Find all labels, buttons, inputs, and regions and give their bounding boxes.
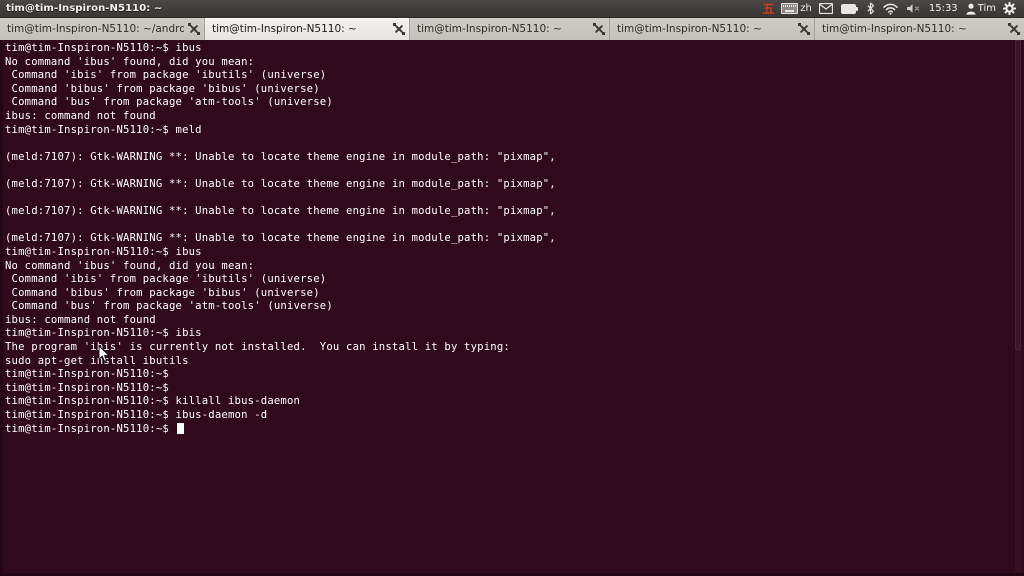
terminal-tab-2[interactable]: tim@tim-Inspiron-N5110: ~ [205,18,410,40]
terminal-line: Command 'bus' from package 'atm-tools' (… [5,96,333,109]
user-name-label[interactable]: Tim [976,0,999,18]
clock-label[interactable]: 15:33 [925,0,962,18]
terminal-tab-5[interactable]: tim@tim-Inspiron-N5110: ~ [815,18,1024,40]
terminal-tab-4-label: tim@tim-Inspiron-N5110: ~ [617,23,762,35]
bluetooth-icon-svg [867,2,874,15]
terminal-line: Command 'ibis' from package 'ibutils' (u… [5,69,327,82]
user-icon-svg [966,3,976,15]
terminal-line: tim@tim-Inspiron-N5110:~$ ibus [5,245,202,258]
terminal-line: Command 'ibis' from package 'ibutils' (u… [5,273,327,286]
gear-icon-svg [1003,2,1016,15]
terminal-scrollbar[interactable] [1014,40,1021,573]
close-icon[interactable] [393,23,405,35]
terminal-cursor [176,422,184,434]
keyboard-layout-indicator[interactable]: zh [778,0,815,18]
terminal-tab-1-label: tim@tim-Inspiron-N5110: ~/andro... [7,23,184,35]
terminal-pane[interactable]: tim@tim-Inspiron-N5110:~$ ibus No command… [0,40,1024,576]
system-tray: 五 zh 15:33 Tim [758,0,1024,18]
terminal-line: tim@tim-Inspiron-N5110:~$ [5,368,176,381]
terminal-tab-5-label: tim@tim-Inspiron-N5110: ~ [822,23,967,35]
terminal-tab-2-label: tim@tim-Inspiron-N5110: ~ [212,23,357,35]
terminal-output[interactable]: tim@tim-Inspiron-N5110:~$ ibus No command… [3,40,1014,573]
terminal-line: tim@tim-Inspiron-N5110:~$ meld [5,123,202,136]
terminal-line: ibus: command not found [5,313,156,326]
close-icon[interactable] [188,23,200,35]
terminal-line: ibus: command not found [5,109,156,122]
terminal-scrollbar-thumb[interactable] [1015,40,1021,350]
terminal-line: (meld:7107): Gtk-WARNING **: Unable to l… [5,150,556,163]
terminal-line: tim@tim-Inspiron-N5110:~$ ibus-daemon -d [5,409,268,422]
ime-indicator[interactable]: 五 [758,0,778,18]
keyboard-layout-label: zh [800,2,812,14]
battery-icon-svg [840,3,858,14]
terminal-window: tim@tim-Inspiron-N5110: ~ 五 zh 15:33 Tim… [0,0,1024,576]
wifi-icon[interactable] [879,0,902,18]
volume-muted-icon[interactable] [902,0,925,18]
tab-bar: tim@tim-Inspiron-N5110: ~/andro... tim@t… [0,18,1024,40]
terminal-line: The program 'ibis' is currently not inst… [5,341,510,354]
terminal-line: sudo apt-get install ibutils [5,354,189,367]
terminal-line: tim@tim-Inspiron-N5110:~$ ibus [5,42,202,54]
terminal-tab-1[interactable]: tim@tim-Inspiron-N5110: ~/andro... [0,18,205,40]
terminal-tab-3-label: tim@tim-Inspiron-N5110: ~ [417,23,562,35]
wifi-icon-svg [883,3,898,15]
close-icon[interactable] [798,23,810,35]
user-account-indicator[interactable] [962,0,976,18]
window-title: tim@tim-Inspiron-N5110: ~ [6,3,163,14]
mail-icon-svg [818,3,833,14]
terminal-line: No command 'ibus' found, did you mean: [5,259,255,272]
mail-icon[interactable] [815,0,837,18]
terminal-line: (meld:7107): Gtk-WARNING **: Unable to l… [5,177,556,190]
terminal-line: (meld:7107): Gtk-WARNING **: Unable to l… [5,205,556,218]
window-titlebar: tim@tim-Inspiron-N5110: ~ 五 zh 15:33 Tim [0,0,1024,18]
terminal-tab-3[interactable]: tim@tim-Inspiron-N5110: ~ [410,18,610,40]
terminal-tab-4[interactable]: tim@tim-Inspiron-N5110: ~ [610,18,815,40]
terminal-prompt-text: tim@tim-Inspiron-N5110:~$ [5,422,176,435]
close-icon[interactable] [593,23,605,35]
volume-muted-icon-svg [906,4,919,13]
keyboard-icon [781,3,799,14]
bluetooth-icon[interactable] [862,0,879,18]
close-icon[interactable] [1008,23,1020,35]
gear-icon[interactable] [999,0,1020,18]
battery-icon[interactable] [837,0,862,18]
terminal-line: (meld:7107): Gtk-WARNING **: Unable to l… [5,232,556,245]
terminal-line: Command 'bus' from package 'atm-tools' (… [5,300,333,313]
terminal-line: No command 'ibus' found, did you mean: [5,55,255,68]
terminal-line: Command 'bibus' from package 'bibus' (un… [5,82,320,95]
terminal-prompt-line: tim@tim-Inspiron-N5110:~$ [5,422,1014,437]
terminal-line: tim@tim-Inspiron-N5110:~$ killall ibus-d… [5,395,301,408]
terminal-line: Command 'bibus' from package 'bibus' (un… [5,286,320,299]
terminal-line: tim@tim-Inspiron-N5110:~$ ibis [5,327,202,340]
terminal-line: tim@tim-Inspiron-N5110:~$ [5,381,176,394]
